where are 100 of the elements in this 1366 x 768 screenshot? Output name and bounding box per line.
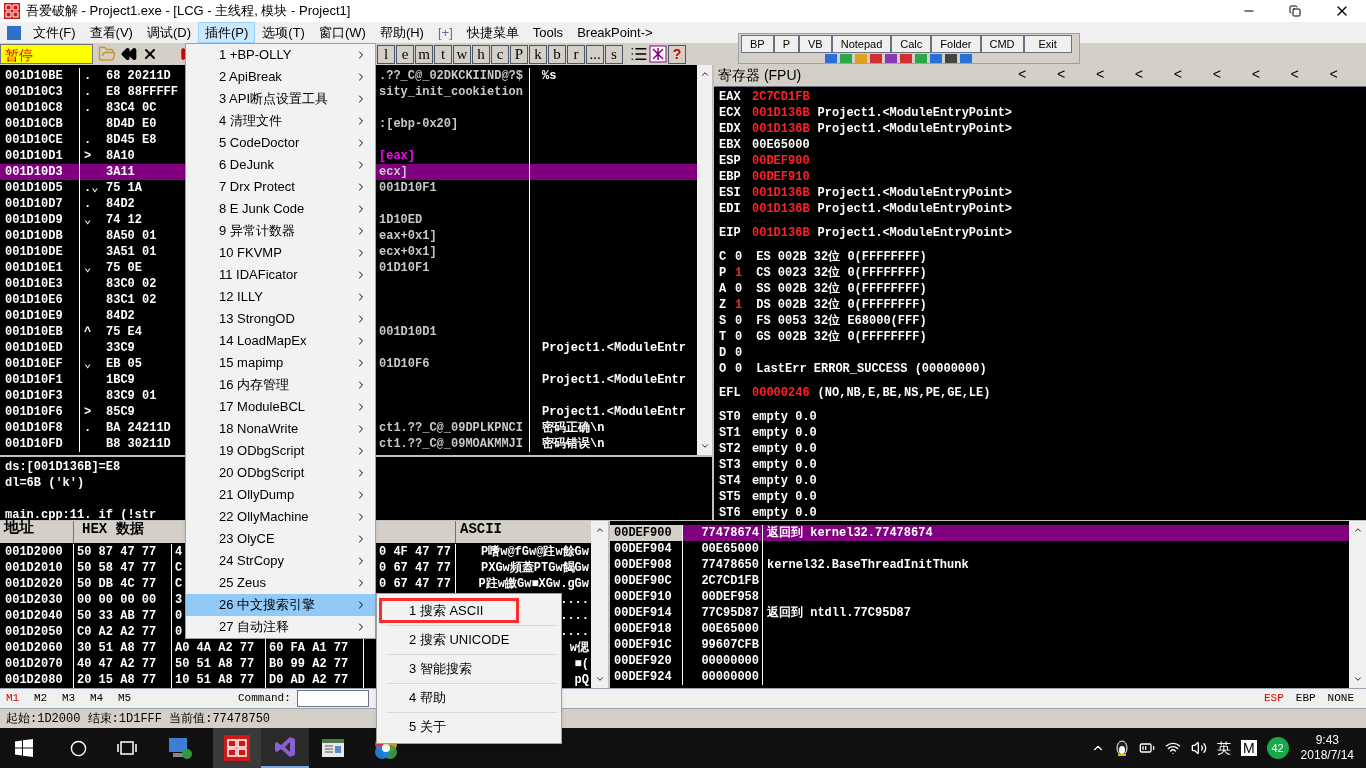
menu-item[interactable]: 26 中文搜索引擎 <box>186 594 375 616</box>
arrow-button[interactable]: < <box>1208 65 1226 86</box>
arrow-button[interactable]: < <box>1169 65 1187 86</box>
menu-item[interactable]: 查看(V) <box>82 22 140 43</box>
menu-item[interactable]: 选项(T) <box>255 22 312 43</box>
scrollbar[interactable] <box>1349 521 1366 688</box>
close-icon[interactable] <box>142 46 158 62</box>
menu-item[interactable]: 2 搜索 UNICODE <box>387 627 522 653</box>
computer-icon[interactable] <box>167 735 193 761</box>
toolbar-button[interactable]: b <box>548 44 566 64</box>
volume-icon[interactable] <box>1190 740 1207 756</box>
dump-tab[interactable]: M3 <box>62 690 84 707</box>
scroll-up-icon[interactable] <box>594 525 605 535</box>
dump-tab[interactable]: M4 <box>90 690 112 707</box>
toolbar-button[interactable]: k <box>529 44 547 64</box>
grid-icon[interactable] <box>649 45 667 63</box>
menu-item[interactable]: 9 异常计数器 <box>186 220 375 242</box>
toolbar-button[interactable]: e <box>396 44 414 64</box>
wifi-icon[interactable] <box>1164 740 1181 756</box>
menu-item[interactable]: 帮助(H) <box>372 22 431 43</box>
quick-button[interactable]: VB <box>799 35 832 53</box>
menu-item[interactable]: 16 内存管理 <box>186 374 375 396</box>
toolbar-button[interactable]: h <box>472 44 490 64</box>
toolbar-button[interactable]: r <box>567 44 585 64</box>
toolbar-button[interactable]: P <box>510 44 528 64</box>
menu-item[interactable]: 4 清理文件 <box>186 110 375 132</box>
quick-button[interactable]: P <box>773 35 800 53</box>
menu-item[interactable]: 11 IDAFicator <box>186 264 375 286</box>
command-input[interactable] <box>296 690 369 707</box>
toolbar-button[interactable]: w <box>453 44 471 64</box>
menu-item[interactable]: 13 StrongOD <box>186 308 375 330</box>
menu-item[interactable]: 4 帮助 <box>387 685 458 711</box>
menu-item[interactable]: 5 关于 <box>387 714 458 740</box>
clock-date[interactable]: 2018/7/14 <box>1300 748 1354 763</box>
windows-logo-icon[interactable] <box>15 739 33 757</box>
quick-button[interactable]: CMD <box>980 35 1024 53</box>
menu-item[interactable]: 20 ODbgScript <box>186 462 375 484</box>
rewind-icon[interactable] <box>121 46 137 62</box>
menu-item[interactable]: 8 E Junk Code <box>186 198 375 220</box>
menu-item[interactable]: 18 NonaWrite <box>186 418 375 440</box>
toolbar-button[interactable]: t <box>434 44 452 64</box>
search-icon[interactable] <box>70 739 87 757</box>
arrow-button[interactable]: < <box>1325 65 1342 86</box>
menu-item[interactable]: 10 FKVMP <box>186 242 375 264</box>
scroll-down-icon[interactable] <box>699 441 710 451</box>
scrollbar[interactable] <box>697 65 712 455</box>
toolbar-button[interactable]: ... <box>586 44 604 64</box>
menu-item[interactable]: 24 StrCopy <box>186 550 375 572</box>
menu-item[interactable]: 12 ILLY <box>186 286 375 308</box>
arrow-button[interactable]: < <box>1247 65 1265 86</box>
app-icon[interactable] <box>7 25 21 40</box>
column-header[interactable]: 地址 <box>0 521 74 543</box>
visual-studio-icon[interactable] <box>273 735 297 759</box>
app-logo-icon[interactable] <box>224 735 250 761</box>
menu-item[interactable]: 插件(P) <box>198 22 256 43</box>
arrow-button[interactable]: < <box>1286 65 1303 86</box>
stack-mode-tab[interactable]: EBP <box>1295 690 1316 707</box>
menu-item[interactable]: 23 OlyCE <box>186 528 375 550</box>
menu-item[interactable]: 1 +BP-OLLY <box>186 44 375 66</box>
clock-time[interactable]: 9:43 <box>1315 733 1339 748</box>
task-view-icon[interactable] <box>117 740 137 756</box>
menu-item[interactable]: 15 mapimp <box>186 352 375 374</box>
toolbar-button[interactable]: m <box>415 44 433 64</box>
stack-mode-tab[interactable]: NONE <box>1327 690 1354 707</box>
battery-icon[interactable] <box>1138 740 1155 756</box>
dump-tab[interactable]: M1 <box>6 690 28 707</box>
scroll-down-icon[interactable] <box>594 674 605 684</box>
menu-item[interactable]: BreakPoint-> <box>570 22 660 43</box>
quick-button[interactable]: BP <box>741 35 774 53</box>
arrow-button[interactable]: < <box>1014 65 1031 86</box>
column-header[interactable]: ASCII <box>456 521 591 543</box>
scroll-up-icon[interactable] <box>699 69 710 79</box>
scroll-up-icon[interactable] <box>1352 525 1363 535</box>
restore-icon[interactable] <box>1289 5 1301 17</box>
scrollbar[interactable] <box>591 521 608 688</box>
dump-tab[interactable]: M5 <box>118 690 140 707</box>
menu-item[interactable]: 22 OllyMachine <box>186 506 375 528</box>
input-language-indicator[interactable]: 英 <box>1216 737 1231 759</box>
menu-item[interactable]: 文件(F) <box>26 22 83 43</box>
toolbar-button[interactable]: c <box>491 44 509 64</box>
quick-button[interactable]: Exit <box>1023 35 1072 53</box>
menu-item[interactable]: 3 API断点设置工具 <box>186 88 375 110</box>
arrow-button[interactable]: < <box>1052 65 1070 86</box>
ime-indicator[interactable]: M <box>1240 740 1257 756</box>
menu-item[interactable]: 窗口(W) <box>311 22 373 43</box>
menu-item[interactable]: 1 搜索 ASCII <box>379 598 519 623</box>
menu-item[interactable]: 快捷菜单 <box>459 22 526 43</box>
menu-item[interactable]: 2 ApiBreak <box>186 66 375 88</box>
document-window-icon[interactable] <box>321 737 345 759</box>
menu-item[interactable]: 25 Zeus <box>186 572 375 594</box>
toolbar-button[interactable]: s <box>605 44 623 64</box>
quick-button[interactable]: Notepad <box>831 35 892 53</box>
penguin-icon[interactable] <box>1114 740 1129 756</box>
toolbar-button[interactable]: l <box>377 44 395 64</box>
menu-item[interactable]: Tools <box>525 22 571 43</box>
menu-item[interactable]: 7 Drx Protect <box>186 176 375 198</box>
menu-item[interactable]: 14 LoadMapEx <box>186 330 375 352</box>
stack-mode-tab[interactable]: ESP <box>1263 690 1284 707</box>
quick-button[interactable]: Folder <box>931 35 981 53</box>
arrow-button[interactable]: < <box>1130 65 1148 86</box>
